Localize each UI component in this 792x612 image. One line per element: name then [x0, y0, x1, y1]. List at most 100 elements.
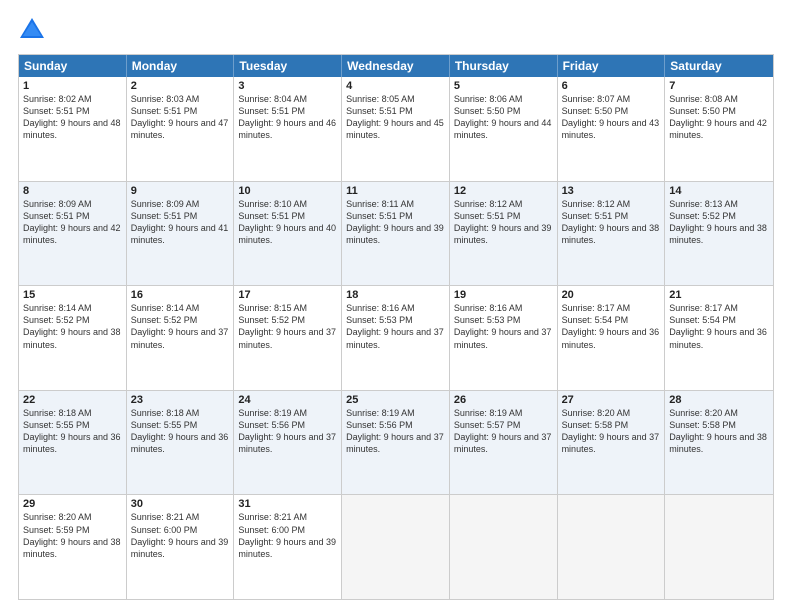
- day-number: 1: [23, 80, 122, 92]
- sunrise-text: Sunrise: 8:08 AM: [669, 93, 769, 105]
- day-cell-11: 11 Sunrise: 8:11 AM Sunset: 5:51 PM Dayl…: [342, 182, 450, 286]
- daylight-text: Daylight: 9 hours and 39 minutes.: [454, 222, 553, 246]
- daylight-text: Daylight: 9 hours and 38 minutes.: [562, 222, 661, 246]
- day-number: 11: [346, 185, 445, 197]
- sunrise-text: Sunrise: 8:19 AM: [238, 407, 337, 419]
- week-row-3: 15 Sunrise: 8:14 AM Sunset: 5:52 PM Dayl…: [19, 286, 773, 391]
- day-cell-18: 18 Sunrise: 8:16 AM Sunset: 5:53 PM Dayl…: [342, 286, 450, 390]
- daylight-text: Daylight: 9 hours and 37 minutes.: [238, 326, 337, 350]
- sunrise-text: Sunrise: 8:12 AM: [562, 198, 661, 210]
- daylight-text: Daylight: 9 hours and 38 minutes.: [23, 326, 122, 350]
- daylight-text: Daylight: 9 hours and 44 minutes.: [454, 117, 553, 141]
- day-cell-13: 13 Sunrise: 8:12 AM Sunset: 5:51 PM Dayl…: [558, 182, 666, 286]
- sunset-text: Sunset: 5:50 PM: [454, 105, 553, 117]
- day-number: 27: [562, 394, 661, 406]
- sunrise-text: Sunrise: 8:17 AM: [669, 302, 769, 314]
- day-number: 15: [23, 289, 122, 301]
- logo: [18, 16, 50, 44]
- day-cell-14: 14 Sunrise: 8:13 AM Sunset: 5:52 PM Dayl…: [665, 182, 773, 286]
- sunset-text: Sunset: 5:58 PM: [669, 419, 769, 431]
- col-header-sunday: Sunday: [19, 55, 127, 77]
- day-number: 29: [23, 498, 122, 510]
- page: SundayMondayTuesdayWednesdayThursdayFrid…: [0, 0, 792, 612]
- daylight-text: Daylight: 9 hours and 47 minutes.: [131, 117, 230, 141]
- day-cell-26: 26 Sunrise: 8:19 AM Sunset: 5:57 PM Dayl…: [450, 391, 558, 495]
- calendar-header: SundayMondayTuesdayWednesdayThursdayFrid…: [19, 55, 773, 77]
- day-number: 26: [454, 394, 553, 406]
- empty-cell: [450, 495, 558, 599]
- day-cell-21: 21 Sunrise: 8:17 AM Sunset: 5:54 PM Dayl…: [665, 286, 773, 390]
- daylight-text: Daylight: 9 hours and 42 minutes.: [669, 117, 769, 141]
- sunset-text: Sunset: 5:51 PM: [562, 210, 661, 222]
- sunset-text: Sunset: 5:55 PM: [23, 419, 122, 431]
- sunset-text: Sunset: 5:52 PM: [238, 314, 337, 326]
- daylight-text: Daylight: 9 hours and 36 minutes.: [669, 326, 769, 350]
- day-cell-31: 31 Sunrise: 8:21 AM Sunset: 6:00 PM Dayl…: [234, 495, 342, 599]
- day-cell-1: 1 Sunrise: 8:02 AM Sunset: 5:51 PM Dayli…: [19, 77, 127, 181]
- sunrise-text: Sunrise: 8:05 AM: [346, 93, 445, 105]
- day-number: 23: [131, 394, 230, 406]
- day-cell-22: 22 Sunrise: 8:18 AM Sunset: 5:55 PM Dayl…: [19, 391, 127, 495]
- day-cell-16: 16 Sunrise: 8:14 AM Sunset: 5:52 PM Dayl…: [127, 286, 235, 390]
- day-number: 24: [238, 394, 337, 406]
- day-number: 18: [346, 289, 445, 301]
- col-header-saturday: Saturday: [665, 55, 773, 77]
- sunrise-text: Sunrise: 8:19 AM: [454, 407, 553, 419]
- daylight-text: Daylight: 9 hours and 46 minutes.: [238, 117, 337, 141]
- day-number: 25: [346, 394, 445, 406]
- sunset-text: Sunset: 6:00 PM: [131, 524, 230, 536]
- sunrise-text: Sunrise: 8:12 AM: [454, 198, 553, 210]
- day-cell-24: 24 Sunrise: 8:19 AM Sunset: 5:56 PM Dayl…: [234, 391, 342, 495]
- sunrise-text: Sunrise: 8:06 AM: [454, 93, 553, 105]
- sunset-text: Sunset: 5:53 PM: [454, 314, 553, 326]
- sunset-text: Sunset: 5:57 PM: [454, 419, 553, 431]
- day-number: 22: [23, 394, 122, 406]
- daylight-text: Daylight: 9 hours and 40 minutes.: [238, 222, 337, 246]
- sunrise-text: Sunrise: 8:20 AM: [562, 407, 661, 419]
- daylight-text: Daylight: 9 hours and 37 minutes.: [346, 326, 445, 350]
- day-cell-4: 4 Sunrise: 8:05 AM Sunset: 5:51 PM Dayli…: [342, 77, 450, 181]
- daylight-text: Daylight: 9 hours and 42 minutes.: [23, 222, 122, 246]
- daylight-text: Daylight: 9 hours and 43 minutes.: [562, 117, 661, 141]
- day-number: 30: [131, 498, 230, 510]
- day-cell-19: 19 Sunrise: 8:16 AM Sunset: 5:53 PM Dayl…: [450, 286, 558, 390]
- daylight-text: Daylight: 9 hours and 37 minutes.: [346, 431, 445, 455]
- header: [18, 16, 774, 44]
- day-cell-23: 23 Sunrise: 8:18 AM Sunset: 5:55 PM Dayl…: [127, 391, 235, 495]
- sunrise-text: Sunrise: 8:20 AM: [23, 511, 122, 523]
- sunrise-text: Sunrise: 8:20 AM: [669, 407, 769, 419]
- day-cell-20: 20 Sunrise: 8:17 AM Sunset: 5:54 PM Dayl…: [558, 286, 666, 390]
- sunrise-text: Sunrise: 8:16 AM: [454, 302, 553, 314]
- daylight-text: Daylight: 9 hours and 36 minutes.: [131, 431, 230, 455]
- day-number: 2: [131, 80, 230, 92]
- sunset-text: Sunset: 5:50 PM: [669, 105, 769, 117]
- sunrise-text: Sunrise: 8:11 AM: [346, 198, 445, 210]
- calendar-body: 1 Sunrise: 8:02 AM Sunset: 5:51 PM Dayli…: [19, 77, 773, 599]
- day-number: 17: [238, 289, 337, 301]
- day-cell-25: 25 Sunrise: 8:19 AM Sunset: 5:56 PM Dayl…: [342, 391, 450, 495]
- sunrise-text: Sunrise: 8:02 AM: [23, 93, 122, 105]
- sunrise-text: Sunrise: 8:21 AM: [131, 511, 230, 523]
- day-number: 12: [454, 185, 553, 197]
- sunrise-text: Sunrise: 8:18 AM: [131, 407, 230, 419]
- sunset-text: Sunset: 5:58 PM: [562, 419, 661, 431]
- col-header-monday: Monday: [127, 55, 235, 77]
- sunrise-text: Sunrise: 8:10 AM: [238, 198, 337, 210]
- day-number: 7: [669, 80, 769, 92]
- daylight-text: Daylight: 9 hours and 41 minutes.: [131, 222, 230, 246]
- empty-cell: [665, 495, 773, 599]
- sunset-text: Sunset: 5:53 PM: [346, 314, 445, 326]
- sunset-text: Sunset: 5:55 PM: [131, 419, 230, 431]
- daylight-text: Daylight: 9 hours and 37 minutes.: [454, 431, 553, 455]
- day-cell-27: 27 Sunrise: 8:20 AM Sunset: 5:58 PM Dayl…: [558, 391, 666, 495]
- sunrise-text: Sunrise: 8:16 AM: [346, 302, 445, 314]
- week-row-1: 1 Sunrise: 8:02 AM Sunset: 5:51 PM Dayli…: [19, 77, 773, 182]
- day-number: 9: [131, 185, 230, 197]
- sunrise-text: Sunrise: 8:13 AM: [669, 198, 769, 210]
- daylight-text: Daylight: 9 hours and 37 minutes.: [131, 326, 230, 350]
- sunset-text: Sunset: 5:50 PM: [562, 105, 661, 117]
- day-cell-12: 12 Sunrise: 8:12 AM Sunset: 5:51 PM Dayl…: [450, 182, 558, 286]
- sunset-text: Sunset: 5:51 PM: [454, 210, 553, 222]
- sunrise-text: Sunrise: 8:14 AM: [131, 302, 230, 314]
- day-cell-5: 5 Sunrise: 8:06 AM Sunset: 5:50 PM Dayli…: [450, 77, 558, 181]
